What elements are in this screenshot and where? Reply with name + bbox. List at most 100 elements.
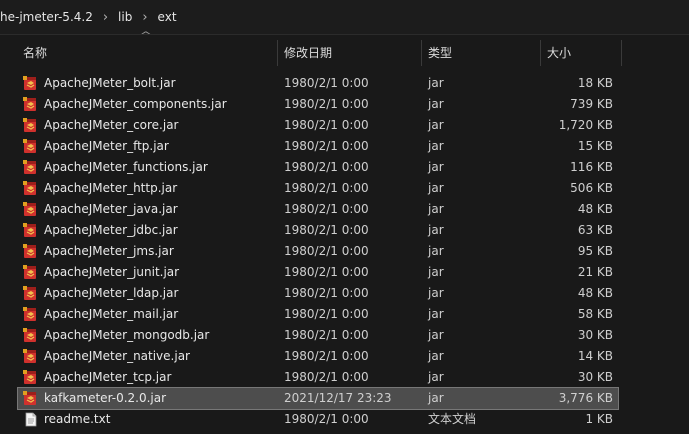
column-header-type[interactable]: 类型 — [422, 40, 540, 66]
file-modified-date: 1980/2/1 0:00 — [284, 139, 369, 153]
file-type: jar — [428, 160, 444, 174]
file-name: ApacheJMeter_ldap.jar — [44, 286, 179, 300]
file-type: jar — [428, 391, 444, 405]
address-bar[interactable]: he-jmeter-5.4.2 › lib › ext — [0, 0, 689, 35]
jar-file-icon — [23, 370, 38, 385]
jar-file-icon — [23, 181, 38, 196]
jar-file-icon — [23, 202, 38, 217]
breadcrumb-lib[interactable]: lib — [118, 10, 132, 24]
file-size: 116 KB — [570, 160, 613, 174]
file-modified-date: 1980/2/1 0:00 — [284, 412, 369, 426]
file-name: ApacheJMeter_native.jar — [44, 349, 190, 363]
column-divider[interactable] — [621, 40, 622, 66]
file-size: 30 KB — [577, 370, 613, 384]
jar-file-icon — [23, 328, 38, 343]
file-modified-date: 1980/2/1 0:00 — [284, 118, 369, 132]
file-type: jar — [428, 286, 444, 300]
file-name: ApacheJMeter_jms.jar — [44, 244, 174, 258]
column-header-name[interactable]: 名称 — [17, 40, 277, 66]
file-name: ApacheJMeter_components.jar — [44, 97, 227, 111]
file-size: 15 KB — [577, 139, 613, 153]
jar-file-icon — [23, 307, 38, 322]
file-modified-date: 1980/2/1 0:00 — [284, 202, 369, 216]
file-name: ApacheJMeter_core.jar — [44, 118, 179, 132]
file-row[interactable]: ApacheJMeter_ftp.jar 1980/2/1 0:00 jar 15 K… — [18, 136, 618, 157]
jar-file-icon — [23, 118, 38, 133]
file-type: jar — [428, 265, 444, 279]
file-size: 58 KB — [577, 307, 613, 321]
file-row[interactable]: ApacheJMeter_components.jar 1980/2/1 0:00… — [18, 94, 618, 115]
file-name: ApacheJMeter_mail.jar — [44, 307, 179, 321]
jar-file-icon — [23, 244, 38, 259]
file-size: 30 KB — [577, 328, 613, 342]
file-row[interactable]: kafkameter-0.2.0.jar 2021/12/17 23:23 jar 3… — [17, 387, 619, 410]
file-row[interactable]: ApacheJMeter_bolt.jar 1980/2/1 0:00 jar 18 … — [18, 73, 618, 94]
file-row[interactable]: ApacheJMeter_jms.jar 1980/2/1 0:00 jar 95 K… — [18, 241, 618, 262]
jar-file-icon — [23, 286, 38, 301]
chevron-right-icon[interactable]: › — [103, 11, 108, 24]
file-row[interactable]: readme.txt 1980/2/1 0:00 文本文档 1 KB — [18, 409, 618, 430]
file-modified-date: 1980/2/1 0:00 — [284, 307, 369, 321]
jar-file-icon — [23, 265, 38, 280]
file-row[interactable]: ApacheJMeter_tcp.jar 1980/2/1 0:00 jar 30 K… — [18, 367, 618, 388]
file-type: jar — [428, 307, 444, 321]
file-type: jar — [428, 118, 444, 132]
file-type: jar — [428, 139, 444, 153]
file-modified-date: 1980/2/1 0:00 — [284, 349, 369, 363]
file-name: ApacheJMeter_junit.jar — [44, 265, 180, 279]
file-name: ApacheJMeter_mongodb.jar — [44, 328, 210, 342]
file-modified-date: 1980/2/1 0:00 — [284, 286, 369, 300]
file-type: jar — [428, 97, 444, 111]
file-name: ApacheJMeter_bolt.jar — [44, 76, 176, 90]
file-row[interactable]: ApacheJMeter_functions.jar 1980/2/1 0:00 j… — [18, 157, 618, 178]
file-size: 739 KB — [570, 97, 613, 111]
file-size: 48 KB — [577, 286, 613, 300]
file-modified-date: 1980/2/1 0:00 — [284, 265, 369, 279]
file-size: 3,776 KB — [558, 391, 613, 405]
file-type: jar — [428, 244, 444, 258]
text-file-icon — [23, 412, 38, 427]
jar-file-icon — [23, 97, 38, 112]
file-type: jar — [428, 223, 444, 237]
file-modified-date: 1980/2/1 0:00 — [284, 328, 369, 342]
file-row[interactable]: ApacheJMeter_mongodb.jar 1980/2/1 0:00 jar… — [18, 325, 618, 346]
jar-file-icon — [23, 223, 38, 238]
file-size: 1 KB — [585, 412, 613, 426]
file-row[interactable]: ApacheJMeter_jdbc.jar 1980/2/1 0:00 jar 63 … — [18, 220, 618, 241]
column-header-size[interactable]: 大小 — [541, 40, 621, 66]
chevron-right-icon[interactable]: › — [142, 11, 147, 24]
file-name: readme.txt — [44, 412, 111, 426]
file-size: 48 KB — [577, 202, 613, 216]
breadcrumb-ext[interactable]: ext — [158, 10, 177, 24]
file-type: jar — [428, 76, 444, 90]
file-row[interactable]: ApacheJMeter_java.jar 1980/2/1 0:00 jar 48 … — [18, 199, 618, 220]
file-row[interactable]: ApacheJMeter_ldap.jar 1980/2/1 0:00 jar 48 … — [18, 283, 618, 304]
file-type: jar — [428, 370, 444, 384]
file-modified-date: 1980/2/1 0:00 — [284, 223, 369, 237]
jar-file-icon — [23, 391, 38, 406]
file-modified-date: 2021/12/17 23:23 — [284, 391, 392, 405]
file-type: jar — [428, 181, 444, 195]
jar-file-icon — [23, 139, 38, 154]
file-type: 文本文档 — [428, 412, 477, 426]
file-name: ApacheJMeter_http.jar — [44, 181, 178, 195]
file-row[interactable]: ApacheJMeter_mail.jar 1980/2/1 0:00 jar 58 … — [18, 304, 618, 325]
file-modified-date: 1980/2/1 0:00 — [284, 97, 369, 111]
file-row[interactable]: ApacheJMeter_junit.jar 1980/2/1 0:00 jar 21… — [18, 262, 618, 283]
column-header-modified[interactable]: 修改日期 — [278, 40, 421, 66]
file-modified-date: 1980/2/1 0:00 — [284, 160, 369, 174]
file-name: kafkameter-0.2.0.jar — [44, 391, 167, 405]
file-size: 18 KB — [577, 76, 613, 90]
file-row[interactable]: ApacheJMeter_native.jar 1980/2/1 0:00 jar 1… — [18, 346, 618, 367]
file-row[interactable]: ApacheJMeter_core.jar 1980/2/1 0:00 jar 1,7… — [18, 115, 618, 136]
file-modified-date: 1980/2/1 0:00 — [284, 370, 369, 384]
file-modified-date: 1980/2/1 0:00 — [284, 76, 369, 90]
file-size: 1,720 KB — [558, 118, 613, 132]
file-row[interactable]: ApacheJMeter_http.jar 1980/2/1 0:00 jar 506… — [18, 178, 618, 199]
breadcrumb-jmeter[interactable]: he-jmeter-5.4.2 — [0, 10, 93, 24]
file-size: 21 KB — [577, 265, 613, 279]
file-type: jar — [428, 349, 444, 363]
jar-file-icon — [23, 76, 38, 91]
file-modified-date: 1980/2/1 0:00 — [284, 244, 369, 258]
file-name: ApacheJMeter_java.jar — [44, 202, 178, 216]
